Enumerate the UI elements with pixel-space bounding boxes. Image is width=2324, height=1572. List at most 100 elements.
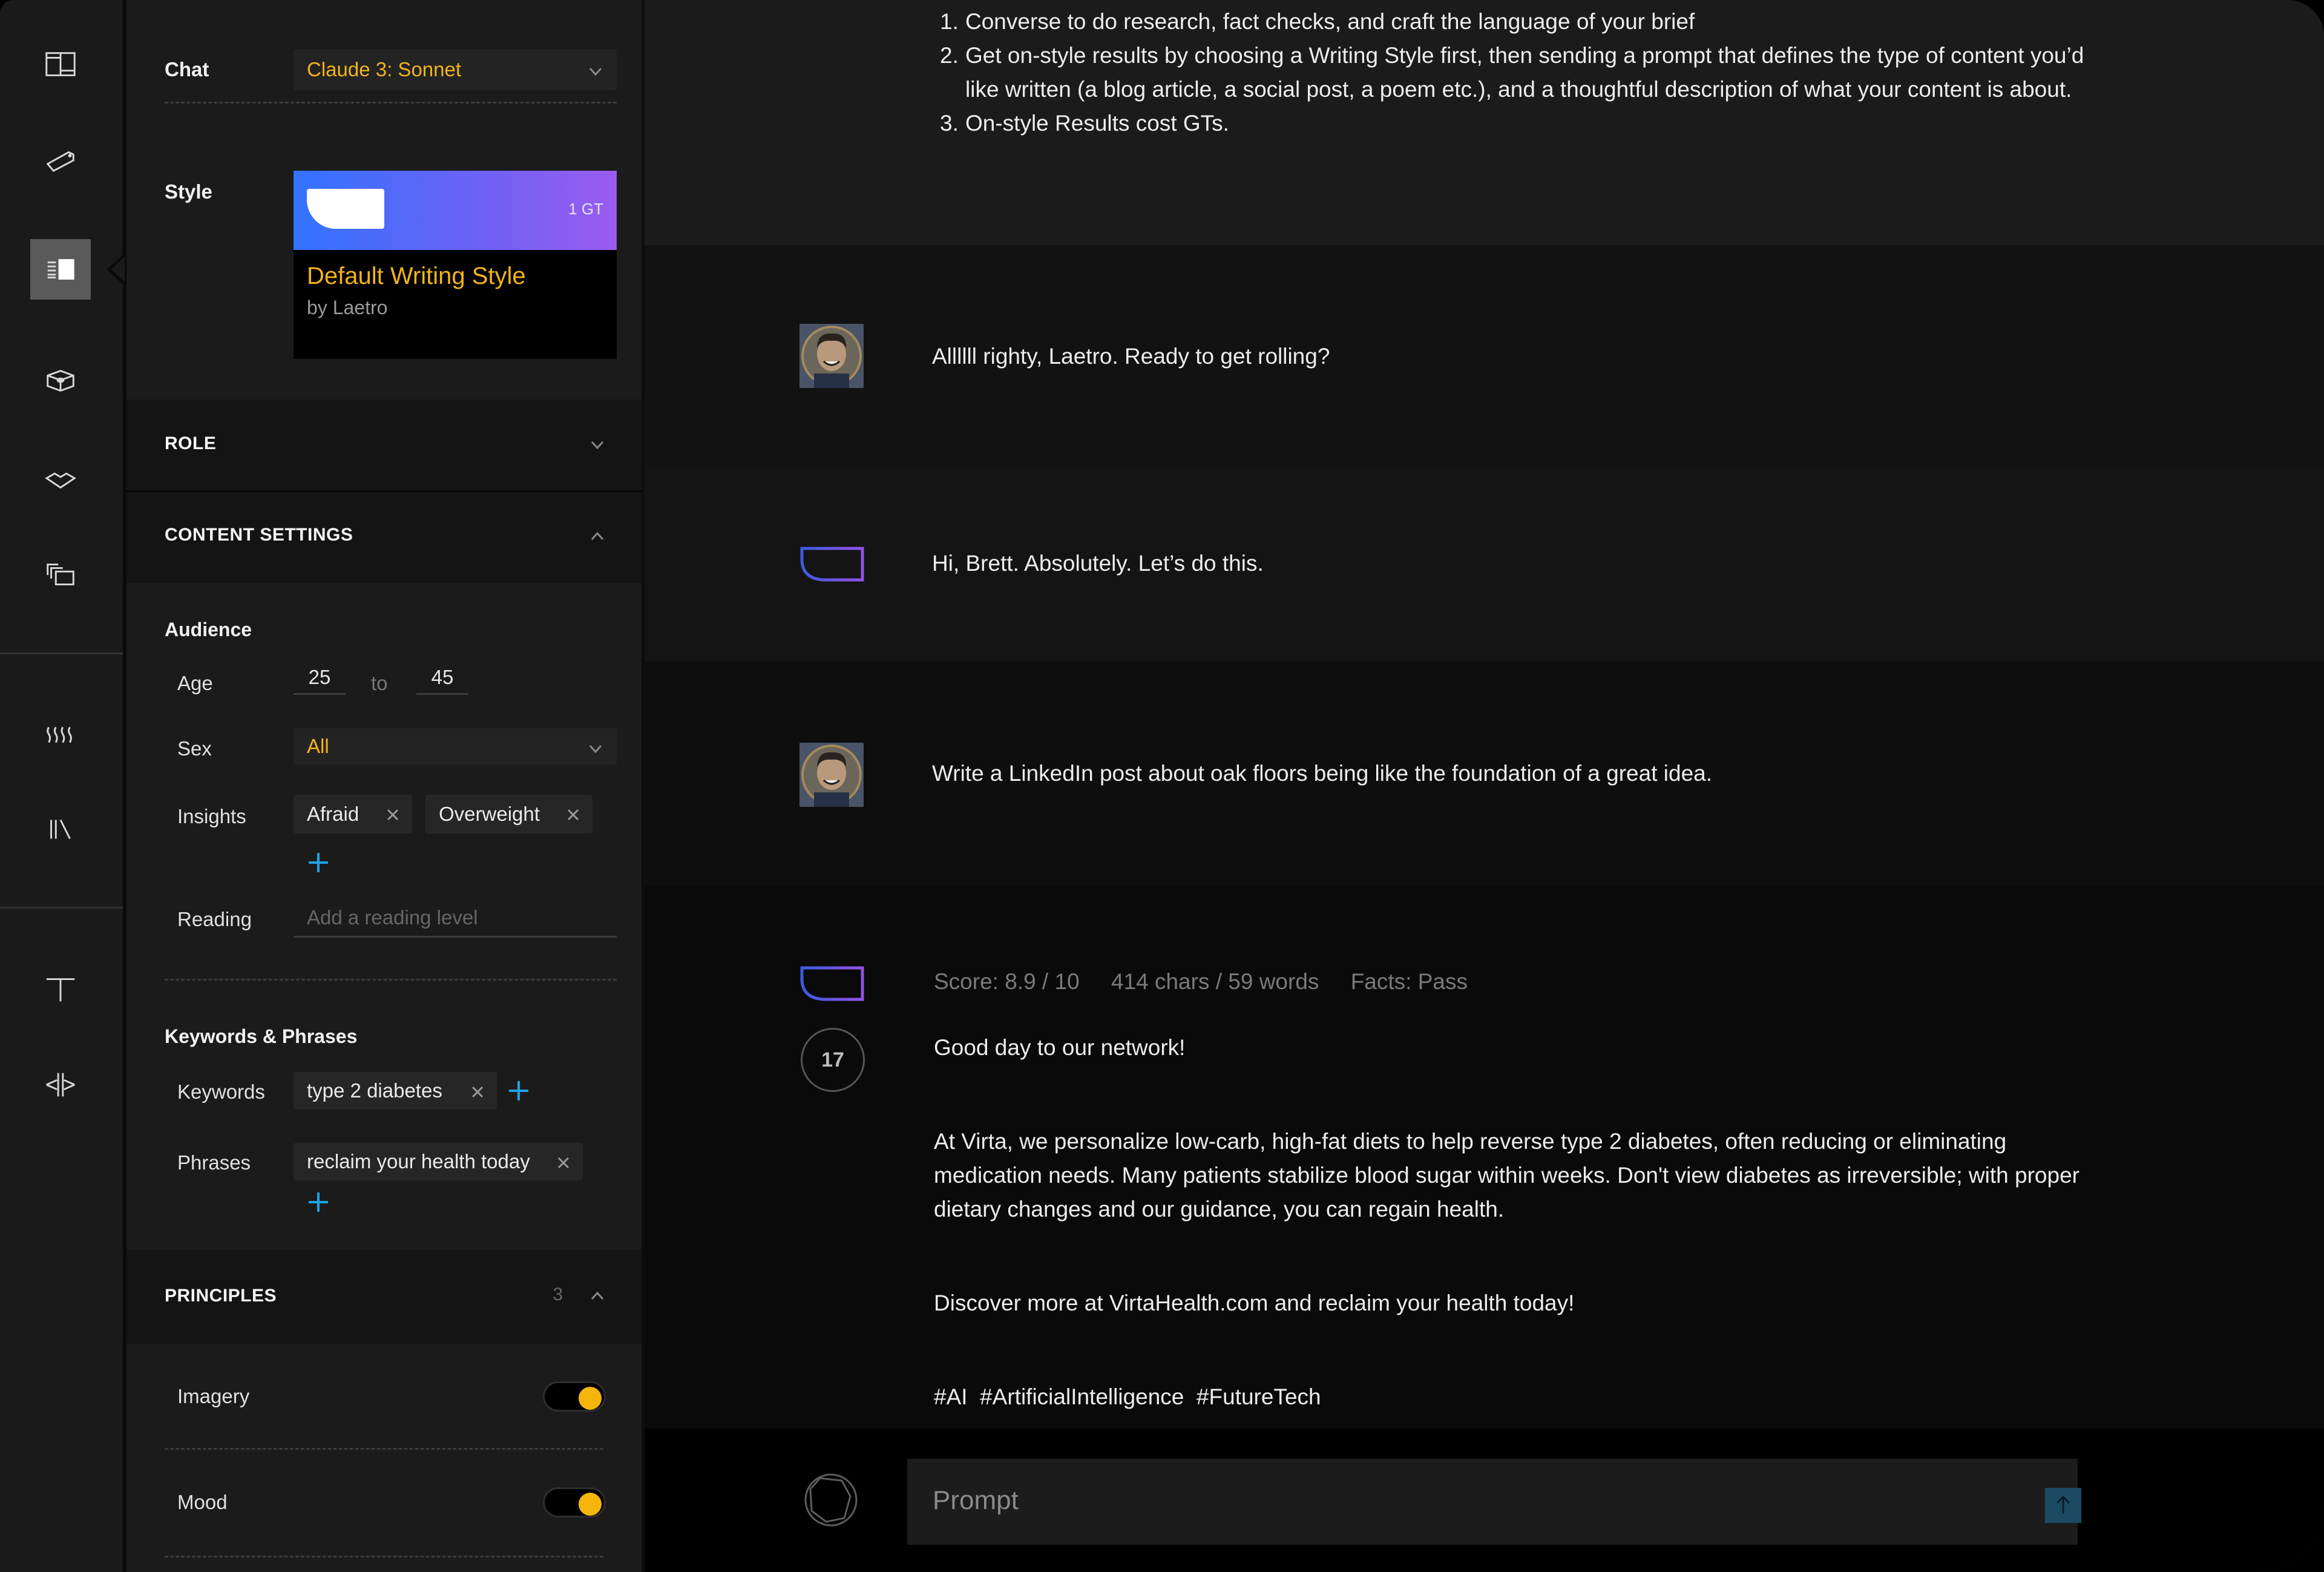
chat-model-value: Claude 3: Sonnet: [307, 58, 462, 81]
library-icon: [50, 819, 71, 840]
age-to-input[interactable]: 45: [416, 661, 468, 695]
close-icon[interactable]: [555, 1153, 572, 1170]
close-icon[interactable]: [384, 805, 401, 822]
principles-header[interactable]: PRINCIPLES 3: [126, 1249, 642, 1344]
arrow-up-icon: [2056, 1495, 2070, 1514]
keywords-label: Keywords: [177, 1080, 265, 1103]
assistant-logo-icon: [800, 547, 864, 582]
list-number: 2.: [940, 43, 959, 68]
intro-text: Get on-style results by choosing a Writi…: [965, 43, 2084, 102]
icon-rail: [0, 0, 123, 1572]
role-section-header[interactable]: ROLE: [126, 400, 642, 490]
layout-grid-icon: [45, 52, 76, 76]
mood-toggle[interactable]: [543, 1487, 606, 1518]
result-paragraph: Discover more at VirtaHealth.com and rec…: [934, 1291, 1575, 1315]
sex-value: All: [307, 735, 329, 757]
chat-label: Chat: [165, 58, 209, 81]
rail-item-streams[interactable]: [30, 705, 91, 766]
chat-model-select[interactable]: Claude 3: Sonnet: [294, 49, 617, 90]
role-section-title: ROLE: [165, 433, 217, 453]
add-keyword-button[interactable]: [507, 1079, 531, 1103]
keyword-chip: type 2 diabetes: [294, 1072, 497, 1110]
user-avatar: [799, 324, 864, 388]
rail-item-collections[interactable]: [30, 545, 91, 605]
writing-style-icon: [47, 259, 74, 280]
assistant-message: Hi, Brett. Absolutely. Let’s do this.: [645, 469, 2324, 662]
result-meta: Score: 8.9 / 10 414 chars / 59 words Fac…: [934, 969, 1493, 995]
text-icon: [46, 978, 75, 1002]
result-paragraph: At Virta, we personalize low-carb, high-…: [934, 1129, 2079, 1222]
age-from-input[interactable]: 25: [294, 661, 346, 695]
age-label: Age: [177, 672, 213, 694]
chevron-down-icon: [588, 738, 603, 754]
intro-text: On-style Results cost GTs.: [965, 111, 1229, 136]
app-window: Chat Claude 3: Sonnet Style 1 GT Default…: [0, 0, 2324, 1572]
result-length: 414 chars / 59 words: [1111, 969, 1319, 994]
imagery-toggle[interactable]: [543, 1381, 606, 1412]
aperture-icon[interactable]: [802, 1471, 860, 1529]
rail-item-tools[interactable]: [30, 1054, 91, 1115]
toggle-knob: [579, 1387, 602, 1410]
insight-chip: Afraid: [294, 795, 412, 834]
rail-item-models[interactable]: [30, 351, 91, 412]
intro-item: 1. Converse to do research, fact checks, …: [940, 5, 2090, 39]
rail-item-dashboard[interactable]: [30, 35, 91, 95]
asterisk-icon: [46, 1073, 75, 1097]
rail-item-writing-styles[interactable]: [30, 239, 91, 300]
tag-icon: [46, 151, 74, 173]
phrase-chip: reclaim your health today: [294, 1143, 583, 1180]
close-icon[interactable]: [469, 1082, 486, 1099]
stacked-frames-icon: [47, 564, 74, 585]
waves-icon: [47, 726, 72, 743]
result-paragraph: Good day to our network!: [934, 1035, 1186, 1060]
close-icon[interactable]: [565, 805, 582, 822]
rail-item-tags[interactable]: [30, 129, 91, 189]
prompt-placeholder: Prompt: [933, 1485, 1019, 1515]
reading-label: Reading: [177, 908, 252, 930]
chevron-up-icon: [589, 1288, 605, 1304]
plus-icon: [509, 1081, 528, 1100]
result-counter[interactable]: 17: [801, 1028, 865, 1092]
cube-icon: [47, 370, 74, 392]
prompt-input[interactable]: Prompt: [907, 1459, 2081, 1545]
active-item-pointer: [107, 245, 126, 294]
result-hashtags: #AI #ArtificialIntelligence #FutureTech: [934, 1384, 1321, 1409]
rail-item-library[interactable]: [30, 799, 91, 860]
intro-list: 1. Converse to do research, fact checks, …: [940, 5, 2090, 140]
style-card-banner: 1 GT: [294, 171, 617, 250]
send-button[interactable]: [2045, 1488, 2081, 1523]
principle-mood-label: Mood: [177, 1491, 228, 1513]
rail-item-favorites[interactable]: [30, 448, 91, 508]
reading-level-input[interactable]: Add a reading level: [294, 899, 617, 938]
style-label: Style: [165, 180, 212, 203]
add-insight-button[interactable]: [306, 850, 330, 875]
message-text: Write a LinkedIn post about oak floors b…: [932, 761, 1713, 786]
content-settings-header[interactable]: CONTENT SETTINGS: [126, 492, 642, 583]
rail-item-text[interactable]: [30, 959, 91, 1020]
composer: Prompt: [645, 1429, 2324, 1572]
add-phrase-button[interactable]: [306, 1190, 330, 1214]
style-logo-icon: [307, 189, 384, 229]
keywords-phrases-heading: Keywords & Phrases: [165, 1025, 358, 1047]
diamond-icon: [45, 472, 76, 489]
sex-select[interactable]: All: [294, 728, 617, 765]
user-message: Write a LinkedIn post about oak floors b…: [645, 662, 2324, 886]
intro-item: 3. On-style Results cost GTs.: [940, 107, 2090, 140]
reading-level-placeholder: Add a reading level: [307, 906, 478, 929]
intro-block: 1. Converse to do research, fact checks, …: [645, 0, 2324, 245]
writing-style-card[interactable]: 1 GT Default Writing Style by Laetro: [294, 171, 617, 359]
message-text: Allllll righty, Laetro. Ready to get rol…: [932, 344, 1330, 369]
plus-icon: [309, 853, 328, 872]
principle-imagery-label: Imagery: [177, 1385, 250, 1407]
style-cost: 1 GT: [568, 200, 603, 218]
chevron-up-icon: [589, 528, 605, 544]
insight-chip-label: Afraid: [307, 803, 359, 825]
result-score: Score: 8.9 / 10: [934, 969, 1080, 994]
divider: [165, 979, 617, 981]
message-text: Hi, Brett. Absolutely. Let’s do this.: [932, 551, 1264, 576]
sex-label: Sex: [177, 737, 212, 760]
phrases-label: Phrases: [177, 1151, 251, 1174]
principles-title: PRINCIPLES: [165, 1286, 277, 1306]
chevron-down-icon: [588, 61, 603, 77]
insight-chip-label: Overweight: [439, 803, 540, 825]
